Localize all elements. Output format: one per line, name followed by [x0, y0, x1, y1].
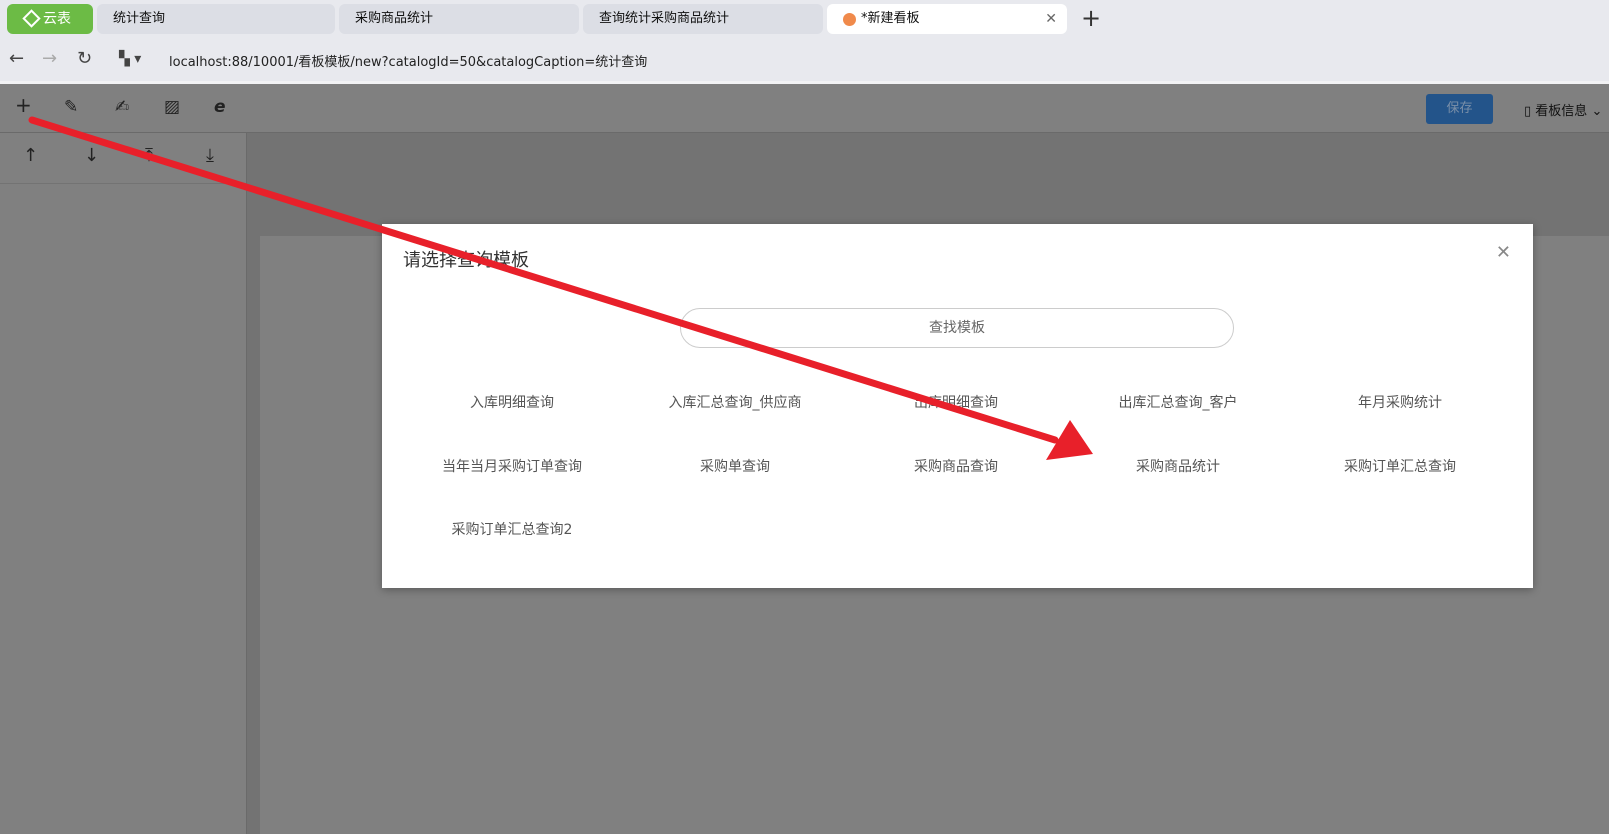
- close-icon[interactable]: ✕: [1496, 242, 1511, 263]
- editor-toolbar: + ✎ ✍ ▨ e 保存 ▯ 看板信息 ⌄: [0, 84, 1609, 133]
- layer-order-toolbar: ↑ ↓ ⤒ ⤓: [0, 133, 246, 184]
- brand-logo-icon: [22, 9, 41, 28]
- image-icon[interactable]: ▨: [164, 97, 180, 117]
- add-icon[interactable]: +: [15, 93, 32, 117]
- tab-new-board[interactable]: *新建看板 ✕: [827, 4, 1067, 34]
- template-item[interactable]: 采购订单汇总查询: [1289, 456, 1511, 476]
- template-item[interactable]: 当年当月采购订单查询: [401, 456, 623, 476]
- pen-icon[interactable]: ✎: [64, 97, 78, 117]
- tab-purchase-goods-stats[interactable]: 采购商品统计: [339, 4, 579, 34]
- select-template-dialog: 请选择查询模板 ✕ 入库明细查询 入库汇总查询_供应商 出库明细查询 出库汇总查…: [382, 224, 1533, 588]
- tab-label: 采购商品统计: [355, 11, 434, 26]
- edit-icon[interactable]: ✍: [115, 97, 129, 117]
- forward-icon[interactable]: →: [42, 48, 57, 69]
- browser-tab-bar: 云表 统计查询 采购商品统计 查询统计采购商品统计 *新建看板 ✕ +: [0, 0, 1609, 38]
- brand-tab[interactable]: 云表: [7, 4, 93, 34]
- move-up-icon[interactable]: ↑: [23, 145, 38, 166]
- tab-label: 统计查询: [113, 11, 166, 26]
- search-template-input[interactable]: [680, 308, 1234, 348]
- template-item[interactable]: 入库明细查询: [401, 392, 623, 412]
- board-info-label: 看板信息: [1535, 104, 1588, 119]
- reload-icon[interactable]: ↻: [77, 48, 92, 69]
- template-item[interactable]: 采购商品查询: [845, 456, 1067, 476]
- apps-menu-icon[interactable]: ▚ ▾: [119, 51, 141, 67]
- layer-sidebar: ↑ ↓ ⤒ ⤓: [0, 133, 247, 834]
- template-item[interactable]: 入库汇总查询_供应商: [624, 392, 846, 412]
- brand-label: 云表: [43, 11, 71, 27]
- template-item[interactable]: 采购订单汇总查询2: [401, 519, 623, 539]
- new-tab-button[interactable]: +: [1081, 4, 1101, 32]
- template-item[interactable]: 年月采购统计: [1289, 392, 1511, 412]
- move-to-top-icon[interactable]: ⤒: [145, 145, 153, 166]
- tab-label: *新建看板: [861, 11, 920, 26]
- favicon-icon: [843, 13, 856, 26]
- tab-label: 查询统计采购商品统计: [599, 11, 730, 26]
- template-item[interactable]: 出库明细查询: [845, 392, 1067, 412]
- template-item-purchase-goods-stats[interactable]: 采购商品统计: [1067, 456, 1289, 476]
- address-bar-row: ← → ↻ ▚ ▾ localhost:88/10001/看板模板/new?ca…: [0, 38, 1609, 84]
- chevron-down-icon: ⌄: [1587, 104, 1603, 119]
- tab-statistics-query[interactable]: 统计查询: [97, 4, 335, 34]
- save-button[interactable]: 保存: [1426, 94, 1493, 124]
- move-to-bottom-icon[interactable]: ⤓: [206, 145, 214, 166]
- url-field[interactable]: localhost:88/10001/看板模板/new?catalogId=50…: [169, 51, 647, 70]
- template-item[interactable]: 采购单查询: [624, 456, 846, 476]
- close-tab-icon[interactable]: ✕: [1045, 4, 1057, 34]
- back-icon[interactable]: ←: [9, 48, 24, 69]
- ie-browser-icon[interactable]: e: [214, 97, 226, 117]
- move-down-icon[interactable]: ↓: [84, 145, 99, 166]
- dialog-title: 请选择查询模板: [403, 250, 529, 271]
- document-icon: ▯: [1524, 104, 1536, 119]
- board-info-dropdown[interactable]: ▯ 看板信息 ⌄: [1524, 100, 1602, 119]
- template-item[interactable]: 出库汇总查询_客户: [1067, 392, 1289, 412]
- tab-query-purchase-goods-stats[interactable]: 查询统计采购商品统计: [583, 4, 823, 34]
